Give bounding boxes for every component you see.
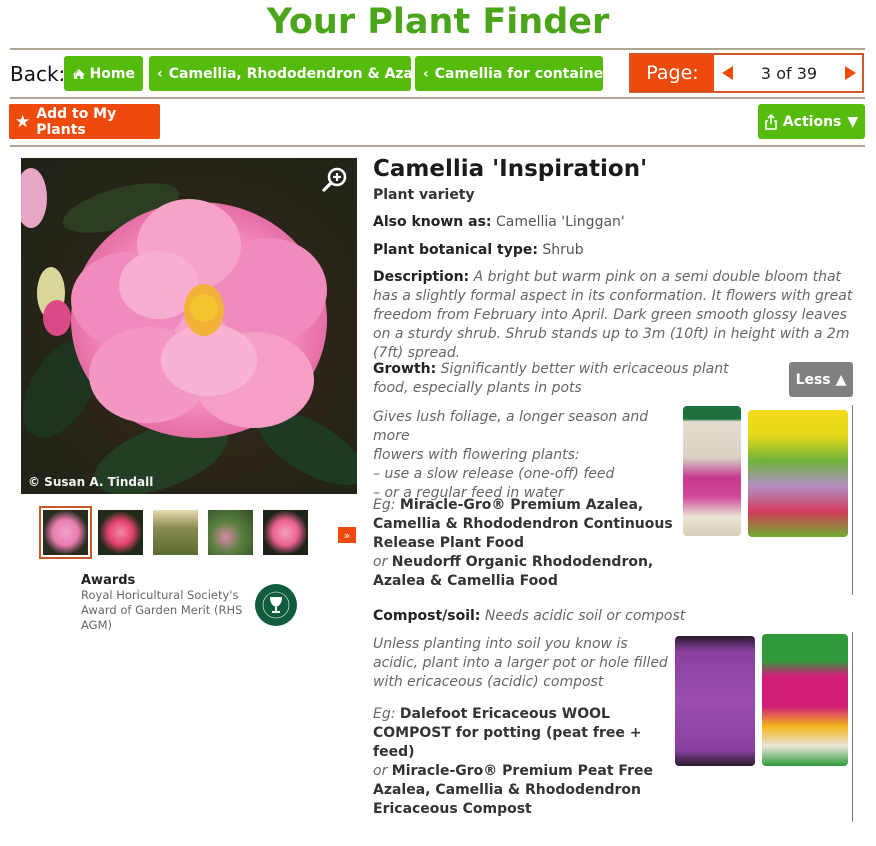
- product-link[interactable]: Miracle-Gro® Premium Peat Free Azalea, C…: [373, 763, 653, 817]
- photo-credit: © Susan A. Tindall: [28, 475, 154, 489]
- compost-label: Compost/soil:: [373, 608, 481, 624]
- product-link[interactable]: Dalefoot Ericaceous WOOL COMPOST for pot…: [373, 706, 641, 760]
- growth-detail-line: – use a slow release (one-off) feed: [373, 466, 615, 482]
- compost-detail: Unless planting into soil you know is ac…: [373, 636, 668, 690]
- type-value: Shrub: [542, 242, 584, 258]
- thumbnail-1[interactable]: [39, 506, 92, 559]
- type-label: Plant botanical type:: [373, 242, 538, 258]
- growth-detail-line: flowers with flowering plants:: [373, 447, 580, 463]
- growth-detail-line: Gives lush foliage, a longer season and …: [373, 409, 649, 444]
- divider: [10, 48, 865, 50]
- awards-section: Awards Royal Horicultural Society's Awar…: [81, 573, 246, 633]
- growth-detail: Gives lush foliage, a longer season and …: [373, 408, 683, 503]
- page-title: Your Plant Finder: [266, 2, 610, 42]
- add-to-my-plants-button[interactable]: ★ Add to My Plants: [9, 104, 160, 139]
- breadcrumb-label: Camellia, Rhododendron & Azalea: [168, 65, 437, 82]
- awards-heading: Awards: [81, 573, 136, 588]
- main-plant-image[interactable]: © Susan A. Tindall: [21, 158, 357, 494]
- rhs-agm-badge-icon: [255, 584, 297, 626]
- back-label: Back:: [10, 62, 66, 86]
- breadcrumb-label: Camellia for containers: [434, 65, 619, 82]
- divider-vertical: [852, 632, 853, 822]
- breadcrumb-label: Home: [89, 65, 135, 82]
- actions-button[interactable]: Actions ▼: [758, 104, 865, 139]
- camellia-photo: [21, 168, 357, 494]
- chevron-left-icon: ‹: [423, 65, 429, 82]
- page-indicator: 3 of 39: [760, 63, 818, 83]
- aka-value: Camellia 'Linggan': [495, 214, 625, 230]
- or-label: or: [373, 554, 388, 570]
- breadcrumb-camellia-rhododendron-azalea[interactable]: ‹ Camellia, Rhododendron & Azalea: [149, 56, 437, 91]
- home-icon: [72, 68, 85, 79]
- chevron-left-icon: ‹: [157, 65, 163, 82]
- growth-summary: Growth: Significantly better with ericac…: [373, 360, 763, 398]
- zoom-in-icon[interactable]: [321, 166, 349, 194]
- thumbnail-2[interactable]: [98, 510, 143, 555]
- less-button[interactable]: Less ▲: [789, 362, 853, 397]
- thumbnail-5[interactable]: [263, 510, 308, 555]
- pager: Page: 3 of 39: [629, 53, 864, 93]
- eg-label: Eg:: [373, 706, 396, 722]
- product-image-miracle-gro-food[interactable]: [683, 406, 741, 536]
- product-image-miracle-gro-compost[interactable]: [762, 634, 848, 766]
- divider: [10, 97, 865, 99]
- growth-label: Growth:: [373, 361, 437, 377]
- compost-summary: Compost/soil: Needs acidic soil or compo…: [373, 608, 685, 624]
- plant-name: Camellia 'Inspiration': [373, 156, 648, 182]
- thumbnail-3[interactable]: [153, 510, 198, 555]
- pager-label: Page:: [631, 55, 714, 91]
- description-label: Description:: [373, 269, 470, 285]
- botanical-type: Plant botanical type: Shrub: [373, 242, 584, 258]
- thumbnail-4[interactable]: [208, 510, 253, 555]
- growth-products: Eg: Miracle-Gro® Premium Azalea, Camelli…: [373, 496, 673, 591]
- actions-label: Actions: [782, 113, 842, 130]
- product-link[interactable]: Miracle-Gro® Premium Azalea, Camellia & …: [373, 497, 673, 551]
- description: Description: A bright but warm pink on a…: [373, 268, 863, 363]
- thumbnail-strip: [39, 506, 308, 559]
- or-label: or: [373, 763, 388, 779]
- add-to-my-plants-label: Add to My Plants: [36, 105, 117, 138]
- caret-down-icon: ▼: [847, 113, 859, 130]
- product-link[interactable]: Neudorff Organic Rhododendron, Azalea & …: [373, 554, 653, 589]
- product-image-dalefoot-compost[interactable]: [675, 636, 755, 766]
- aka-label: Also known as:: [373, 214, 492, 230]
- eg-label: Eg:: [373, 497, 396, 513]
- breadcrumb-home[interactable]: Home: [64, 56, 143, 91]
- thumbnails-next-button[interactable]: »: [338, 527, 356, 543]
- next-page-button[interactable]: [844, 66, 856, 80]
- divider-vertical: [852, 405, 853, 595]
- also-known-as: Also known as: Camellia 'Linggan': [373, 214, 625, 230]
- divider: [10, 145, 865, 147]
- share-icon: [765, 113, 777, 130]
- star-icon: ★: [15, 111, 31, 132]
- prev-page-button[interactable]: [722, 66, 733, 80]
- breadcrumb-camellia-containers[interactable]: ‹ Camellia for containers: [415, 56, 618, 91]
- caret-up-icon: ▲: [835, 371, 847, 388]
- compost-text: Needs acidic soil or compost: [484, 608, 686, 624]
- compost-products: Eg: Dalefoot Ericaceous WOOL COMPOST for…: [373, 705, 653, 819]
- product-image-neudorff-food[interactable]: [748, 410, 848, 537]
- plant-kind: Plant variety: [373, 187, 475, 203]
- awards-text: Royal Horicultural Society's Award of Ga…: [81, 588, 243, 632]
- less-label: Less: [795, 371, 831, 388]
